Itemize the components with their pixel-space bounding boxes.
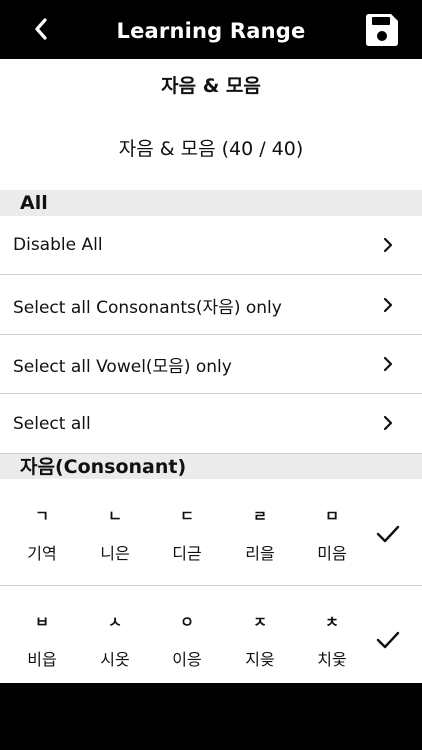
- jamo-name: 이응: [172, 650, 202, 669]
- consonant-cell: ㅊ 치읓: [302, 612, 362, 670]
- chevron-left-icon: [35, 18, 47, 40]
- chevron-right-icon: [383, 237, 393, 253]
- consonant-cell: ㄹ 리을: [230, 506, 290, 564]
- jamo-letter: ㄷ: [180, 507, 194, 525]
- chevron-right-icon: [383, 415, 393, 431]
- option-label: Select all Consonants(자음) only: [13, 297, 282, 318]
- jamo-name: 시옷: [100, 650, 130, 669]
- jamo-name: 니은: [100, 544, 130, 563]
- consonant-cell: ㄷ 디귿: [157, 506, 217, 564]
- section-header-all: All: [0, 190, 422, 216]
- option-select-consonants[interactable]: Select all Consonants(자음) only: [0, 276, 422, 335]
- selection-count: 자음 & 모음 (40 / 40): [118, 138, 304, 160]
- jamo-name: 치읓: [317, 650, 347, 669]
- consonant-cell: ㅇ 이응: [157, 612, 217, 670]
- jamo-letter: ㅅ: [108, 613, 122, 631]
- consonant-cell: ㅁ 미음: [302, 506, 362, 564]
- learning-range-panel: 자음 & 모음 자음 & 모음 (40 / 40) All Disable Al…: [0, 59, 422, 683]
- consonant-row[interactable]: ㄱ 기역 ㄴ 니은 ㄷ 디귿 ㄹ 리을 ㅁ 미음: [0, 480, 422, 586]
- option-label: Disable All: [13, 235, 103, 255]
- jamo-name: 비읍: [27, 650, 57, 669]
- checkmark-icon[interactable]: [376, 522, 400, 546]
- consonant-row[interactable]: ㅂ 비읍 ㅅ 시옷 ㅇ 이응 ㅈ 지읒 ㅊ 치읓: [0, 586, 422, 683]
- consonant-cell: ㅅ 시옷: [85, 612, 145, 670]
- page-title: Learning Range: [116, 19, 306, 43]
- checkmark-icon[interactable]: [376, 628, 400, 652]
- jamo-letter: ㅂ: [35, 613, 49, 631]
- jamo-name: 미음: [317, 544, 347, 563]
- jamo-letter: ㅁ: [325, 507, 339, 525]
- option-disable-all[interactable]: Disable All: [0, 216, 422, 275]
- bottom-bar: [0, 683, 422, 750]
- consonant-cell: ㄴ 니은: [85, 506, 145, 564]
- save-button[interactable]: [364, 12, 400, 48]
- consonant-cell: ㅂ 비읍: [12, 612, 72, 670]
- chevron-right-icon: [383, 297, 393, 313]
- top-bar: Learning Range: [0, 0, 422, 59]
- jamo-letter: ㄴ: [108, 507, 122, 525]
- consonant-cell: ㄱ 기역: [12, 506, 72, 564]
- jamo-name: 지읒: [245, 650, 275, 669]
- jamo-letter: ㅇ: [180, 613, 194, 631]
- option-label: Select all Vowel(모음) only: [13, 356, 232, 377]
- chevron-right-icon: [383, 356, 393, 372]
- jamo-name: 디귿: [172, 544, 202, 563]
- option-label: Select all: [13, 413, 91, 434]
- consonant-cell: ㅈ 지읒: [230, 612, 290, 670]
- option-select-all[interactable]: Select all: [0, 394, 422, 453]
- jamo-name: 기역: [27, 544, 57, 563]
- back-button[interactable]: [24, 12, 58, 46]
- jamo-letter: ㄹ: [253, 507, 267, 525]
- section-header-consonant: 자음(Consonant): [0, 453, 422, 479]
- jamo-name: 리을: [245, 544, 275, 563]
- option-select-vowels[interactable]: Select all Vowel(모음) only: [0, 335, 422, 394]
- jamo-letter: ㅈ: [253, 613, 267, 631]
- set-title: 자음 & 모음: [161, 75, 261, 97]
- save-icon: [366, 14, 398, 46]
- jamo-letter: ㅊ: [325, 613, 339, 631]
- jamo-letter: ㄱ: [35, 507, 49, 525]
